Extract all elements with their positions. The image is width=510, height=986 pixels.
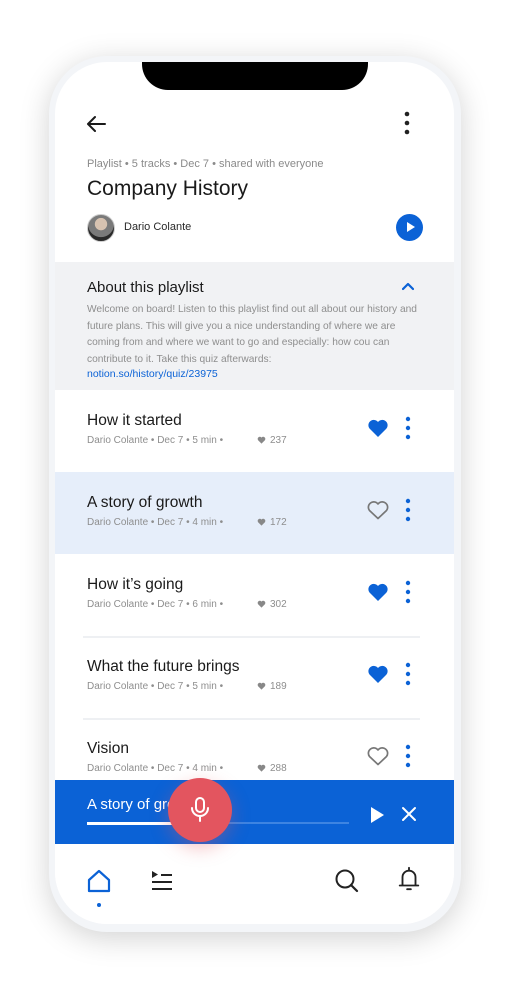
more-vertical-icon[interactable] (404, 416, 412, 440)
small-heart-icon (257, 518, 266, 526)
track-meta: Dario Colante • Dec 7 • 5 min • (87, 435, 224, 446)
mini-player[interactable]: A story of growth (55, 780, 454, 844)
close-icon[interactable] (401, 806, 417, 822)
track-likes: 172 (257, 517, 287, 528)
microphone-icon (191, 797, 209, 822)
small-heart-icon (257, 764, 266, 772)
small-heart-icon (257, 600, 266, 608)
page-title: Company History (87, 177, 249, 200)
track-meta: Dario Colante • Dec 7 • 4 min • (87, 517, 224, 528)
track-title: A story of growth (87, 494, 203, 511)
play-icon[interactable] (371, 807, 384, 823)
track-meta: Dario Colante • Dec 7 • 4 min • (87, 763, 224, 774)
more-vertical-icon[interactable] (404, 662, 412, 686)
play-playlist-button[interactable] (396, 214, 423, 241)
about-section: About this playlist Welcome on board! Li… (55, 262, 454, 390)
screen: Playlist • 5 tracks • Dec 7 • shared wit… (55, 62, 454, 924)
about-description: Welcome on board! Listen to this playlis… (87, 304, 417, 365)
track-likes: 302 (257, 599, 287, 610)
bell-icon[interactable] (396, 866, 422, 892)
phone-notch (142, 62, 368, 90)
small-heart-icon (257, 682, 266, 690)
arrow-left-icon[interactable] (85, 114, 107, 134)
about-heading: About this playlist (87, 279, 204, 296)
heart-outline-icon[interactable] (367, 746, 389, 766)
like-count: 237 (270, 435, 287, 446)
playlist-icon[interactable] (149, 868, 175, 894)
like-count: 189 (270, 681, 287, 692)
track-row[interactable]: A story of growth Dario Colante • Dec 7 … (55, 472, 454, 554)
search-icon[interactable] (334, 868, 360, 894)
like-count: 172 (270, 517, 287, 528)
quiz-link[interactable]: notion.so/history/quiz/23975 (87, 368, 218, 380)
heart-filled-icon[interactable] (367, 664, 389, 684)
more-vertical-icon[interactable] (404, 498, 412, 522)
more-vertical-icon[interactable] (397, 110, 417, 136)
small-heart-icon (257, 436, 266, 444)
track-row[interactable]: How it started Dario Colante • Dec 7 • 5… (55, 390, 454, 472)
track-title: How it’s going (87, 576, 184, 593)
track-likes: 237 (257, 435, 287, 446)
record-button[interactable] (168, 778, 232, 842)
bottom-nav (55, 844, 454, 924)
more-vertical-icon[interactable] (404, 744, 412, 768)
active-indicator (97, 903, 101, 907)
heart-outline-icon[interactable] (367, 500, 389, 520)
home-icon[interactable] (86, 868, 112, 894)
track-meta: Dario Colante • Dec 7 • 6 min • (87, 599, 224, 610)
track-row[interactable]: How it’s going Dario Colante • Dec 7 • 6… (55, 554, 454, 636)
track-likes: 288 (257, 763, 287, 774)
track-title: Vision (87, 740, 129, 757)
like-count: 302 (270, 599, 287, 610)
author-name[interactable]: Dario Colante (124, 221, 191, 233)
playlist-meta: Playlist • 5 tracks • Dec 7 • shared wit… (87, 158, 324, 170)
track-row[interactable]: What the future brings Dario Colante • D… (55, 636, 454, 718)
track-title: How it started (87, 412, 182, 429)
like-count: 288 (270, 763, 287, 774)
chevron-up-icon[interactable] (402, 281, 414, 291)
heart-filled-icon[interactable] (367, 582, 389, 602)
track-meta: Dario Colante • Dec 7 • 5 min • (87, 681, 224, 692)
track-likes: 189 (257, 681, 287, 692)
heart-filled-icon[interactable] (367, 418, 389, 438)
track-title: What the future brings (87, 658, 240, 675)
more-vertical-icon[interactable] (404, 580, 412, 604)
avatar[interactable] (87, 214, 115, 242)
